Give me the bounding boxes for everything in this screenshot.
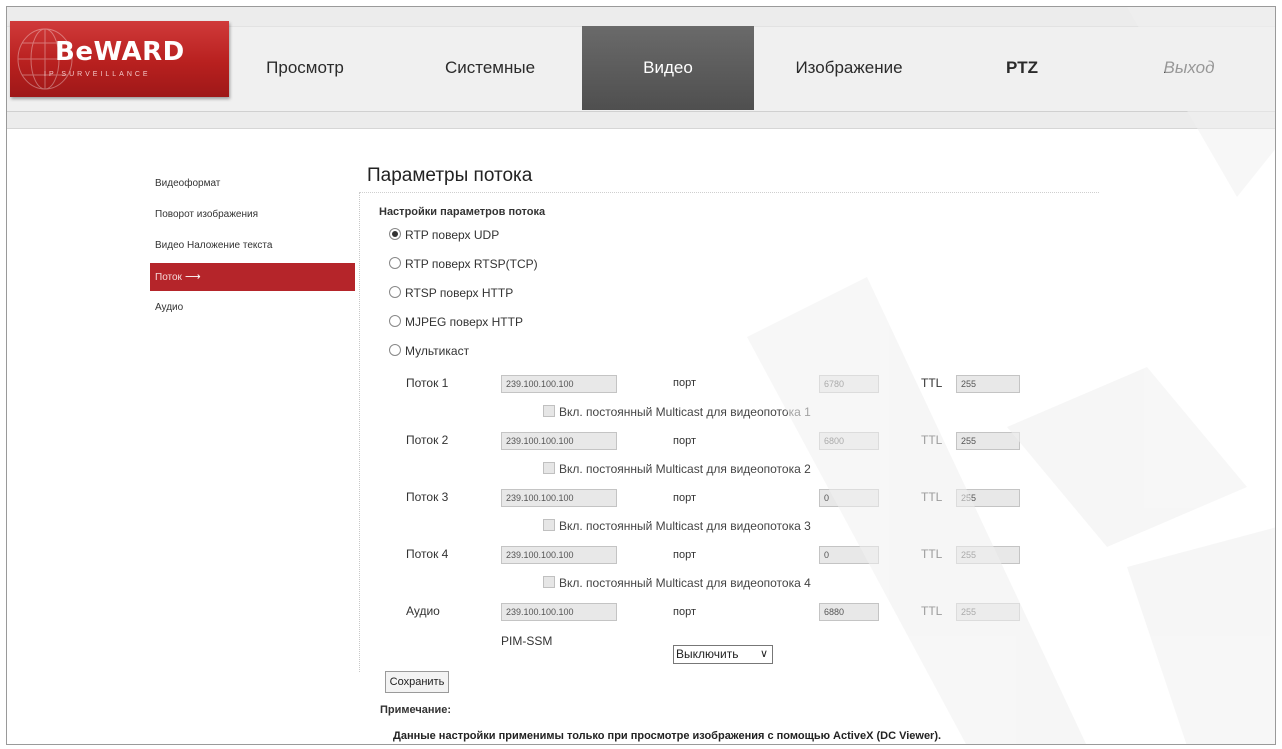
radio-label: RTP поверх RTSP(TCP) [405,257,538,271]
ttl-label: TTL [921,433,943,447]
radio-rtp-rtsp[interactable]: RTP поверх RTSP(TCP) [389,257,538,271]
sidebar: Видеоформат Поворот изображения Видео На… [150,170,355,325]
select-value: Выключить [676,647,739,661]
note-text: Данные настройки применимы только при пр… [393,730,942,742]
sidebar-item-label: Поток [155,272,182,283]
checkbox-label: Вкл. постоянный Multicast для видеопоток… [559,405,811,419]
content-divider-horizontal [359,192,1099,193]
sidebar-item-image-rotation[interactable]: Поворот изображения [150,201,355,229]
checkbox-label: Вкл. постоянный Multicast для видеопоток… [559,462,811,476]
app-window: BeWARD IP SURVEILLANCE Просмотр Системны… [6,6,1276,745]
ttl-label: TTL [921,376,943,390]
radio-rtsp-http[interactable]: RTSP поверх HTTP [389,286,513,300]
port-label: порт [673,435,696,447]
radio-unchecked-icon[interactable] [389,315,401,327]
checkbox-icon[interactable] [543,462,555,474]
sidebar-item-text-overlay[interactable]: Видео Наложение текста [150,232,355,260]
stream-2-address-field[interactable]: 239.100.100.100 [501,432,617,450]
checkbox-label: Вкл. постоянный Multicast для видеопоток… [559,519,811,533]
stream-4-multicast-checkbox[interactable]: Вкл. постоянный Multicast для видеопоток… [543,576,811,590]
chevron-down-icon: ∨ [759,648,768,660]
stream-1-label: Поток 1 [406,376,449,390]
stream-3-multicast-checkbox[interactable]: Вкл. постоянный Multicast для видеопоток… [543,519,811,533]
stream-2-label: Поток 2 [406,433,449,447]
tab-view[interactable]: Просмотр [235,26,375,110]
radio-label: RTP поверх UDP [405,228,500,242]
checkbox-icon[interactable] [543,405,555,417]
radio-label: RTSP поверх HTTP [405,286,514,300]
page-title: Параметры потока [367,165,533,186]
stream-1-multicast-checkbox[interactable]: Вкл. постоянный Multicast для видеопоток… [543,405,811,419]
checkbox-label: Вкл. постоянный Multicast для видеопоток… [559,576,811,590]
tab-system[interactable]: Системные [420,26,560,110]
audio-ttl-field[interactable]: 255 [956,603,1020,621]
stream-3-port-field[interactable]: 0 [819,489,879,507]
audio-port-field[interactable]: 6880 [819,603,879,621]
sidebar-item-stream[interactable]: Поток ⟶ [150,263,355,291]
tab-ptz[interactable]: PTZ [957,26,1087,110]
radio-unchecked-icon[interactable] [389,286,401,298]
ttl-label: TTL [921,547,943,561]
audio-label: Аудио [406,604,440,618]
sidebar-item-label: Поворот изображения [155,209,259,220]
port-label: порт [673,549,696,561]
ttl-label: TTL [921,604,943,618]
stream-1-port-field[interactable]: 6780 [819,375,879,393]
stream-3-label: Поток 3 [406,490,449,504]
stream-3-address-field[interactable]: 239.100.100.100 [501,489,617,507]
radio-label: MJPEG поверх HTTP [405,315,523,329]
sidebar-item-label: Аудио [155,302,184,313]
brand-name: BeWARD [55,37,185,67]
radio-checked-icon[interactable] [389,228,401,240]
stream-4-ttl-field[interactable]: 255 [956,546,1020,564]
beward-logo[interactable]: BeWARD IP SURVEILLANCE [10,21,229,97]
radio-multicast[interactable]: Мультикаст [389,344,469,358]
audio-address-field[interactable]: 239.100.100.100 [501,603,617,621]
brand-tagline: IP SURVEILLANCE [44,71,151,78]
pim-ssm-label: PIM-SSM [501,634,553,648]
checkbox-icon[interactable] [543,519,555,531]
radio-unchecked-icon[interactable] [389,344,401,356]
stream-1-ttl-field[interactable]: 255 [956,375,1020,393]
section-title: Настройки параметров потока [379,206,546,218]
ttl-label: TTL [921,490,943,504]
radio-rtp-udp[interactable]: RTP поверх UDP [389,228,499,242]
stream-1-address-field[interactable]: 239.100.100.100 [501,375,617,393]
port-label: порт [673,492,696,504]
stream-2-multicast-checkbox[interactable]: Вкл. постоянный Multicast для видеопоток… [543,462,811,476]
radio-unchecked-icon[interactable] [389,257,401,269]
stream-2-ttl-field[interactable]: 255 [956,432,1020,450]
radio-mjpeg-http[interactable]: MJPEG поверх HTTP [389,315,523,329]
sidebar-item-video-format[interactable]: Видеоформат [150,170,355,198]
radio-label: Мультикаст [405,344,470,358]
pim-ssm-select[interactable]: Выключить ∨ [673,645,773,664]
tab-logout[interactable]: Выход [1119,26,1259,110]
tab-image[interactable]: Изображение [769,26,929,110]
port-label: порт [673,606,696,618]
sidebar-item-label: Видеоформат [155,178,221,189]
checkbox-icon[interactable] [543,576,555,588]
port-label: порт [673,377,696,389]
note-heading: Примечание: [380,704,452,716]
save-button[interactable]: Сохранить [385,671,449,693]
stream-4-address-field[interactable]: 239.100.100.100 [501,546,617,564]
stream-4-port-field[interactable]: 0 [819,546,879,564]
sidebar-item-label: Видео Наложение текста [155,240,273,251]
stream-4-label: Поток 4 [406,547,449,561]
content-divider-vertical [359,192,360,672]
sidebar-item-audio[interactable]: Аудио [150,294,355,322]
arrow-right-icon: ⟶ [184,271,201,283]
stream-3-ttl-field[interactable]: 255 [956,489,1020,507]
tab-video[interactable]: Видео [582,26,754,110]
stream-2-port-field[interactable]: 6800 [819,432,879,450]
